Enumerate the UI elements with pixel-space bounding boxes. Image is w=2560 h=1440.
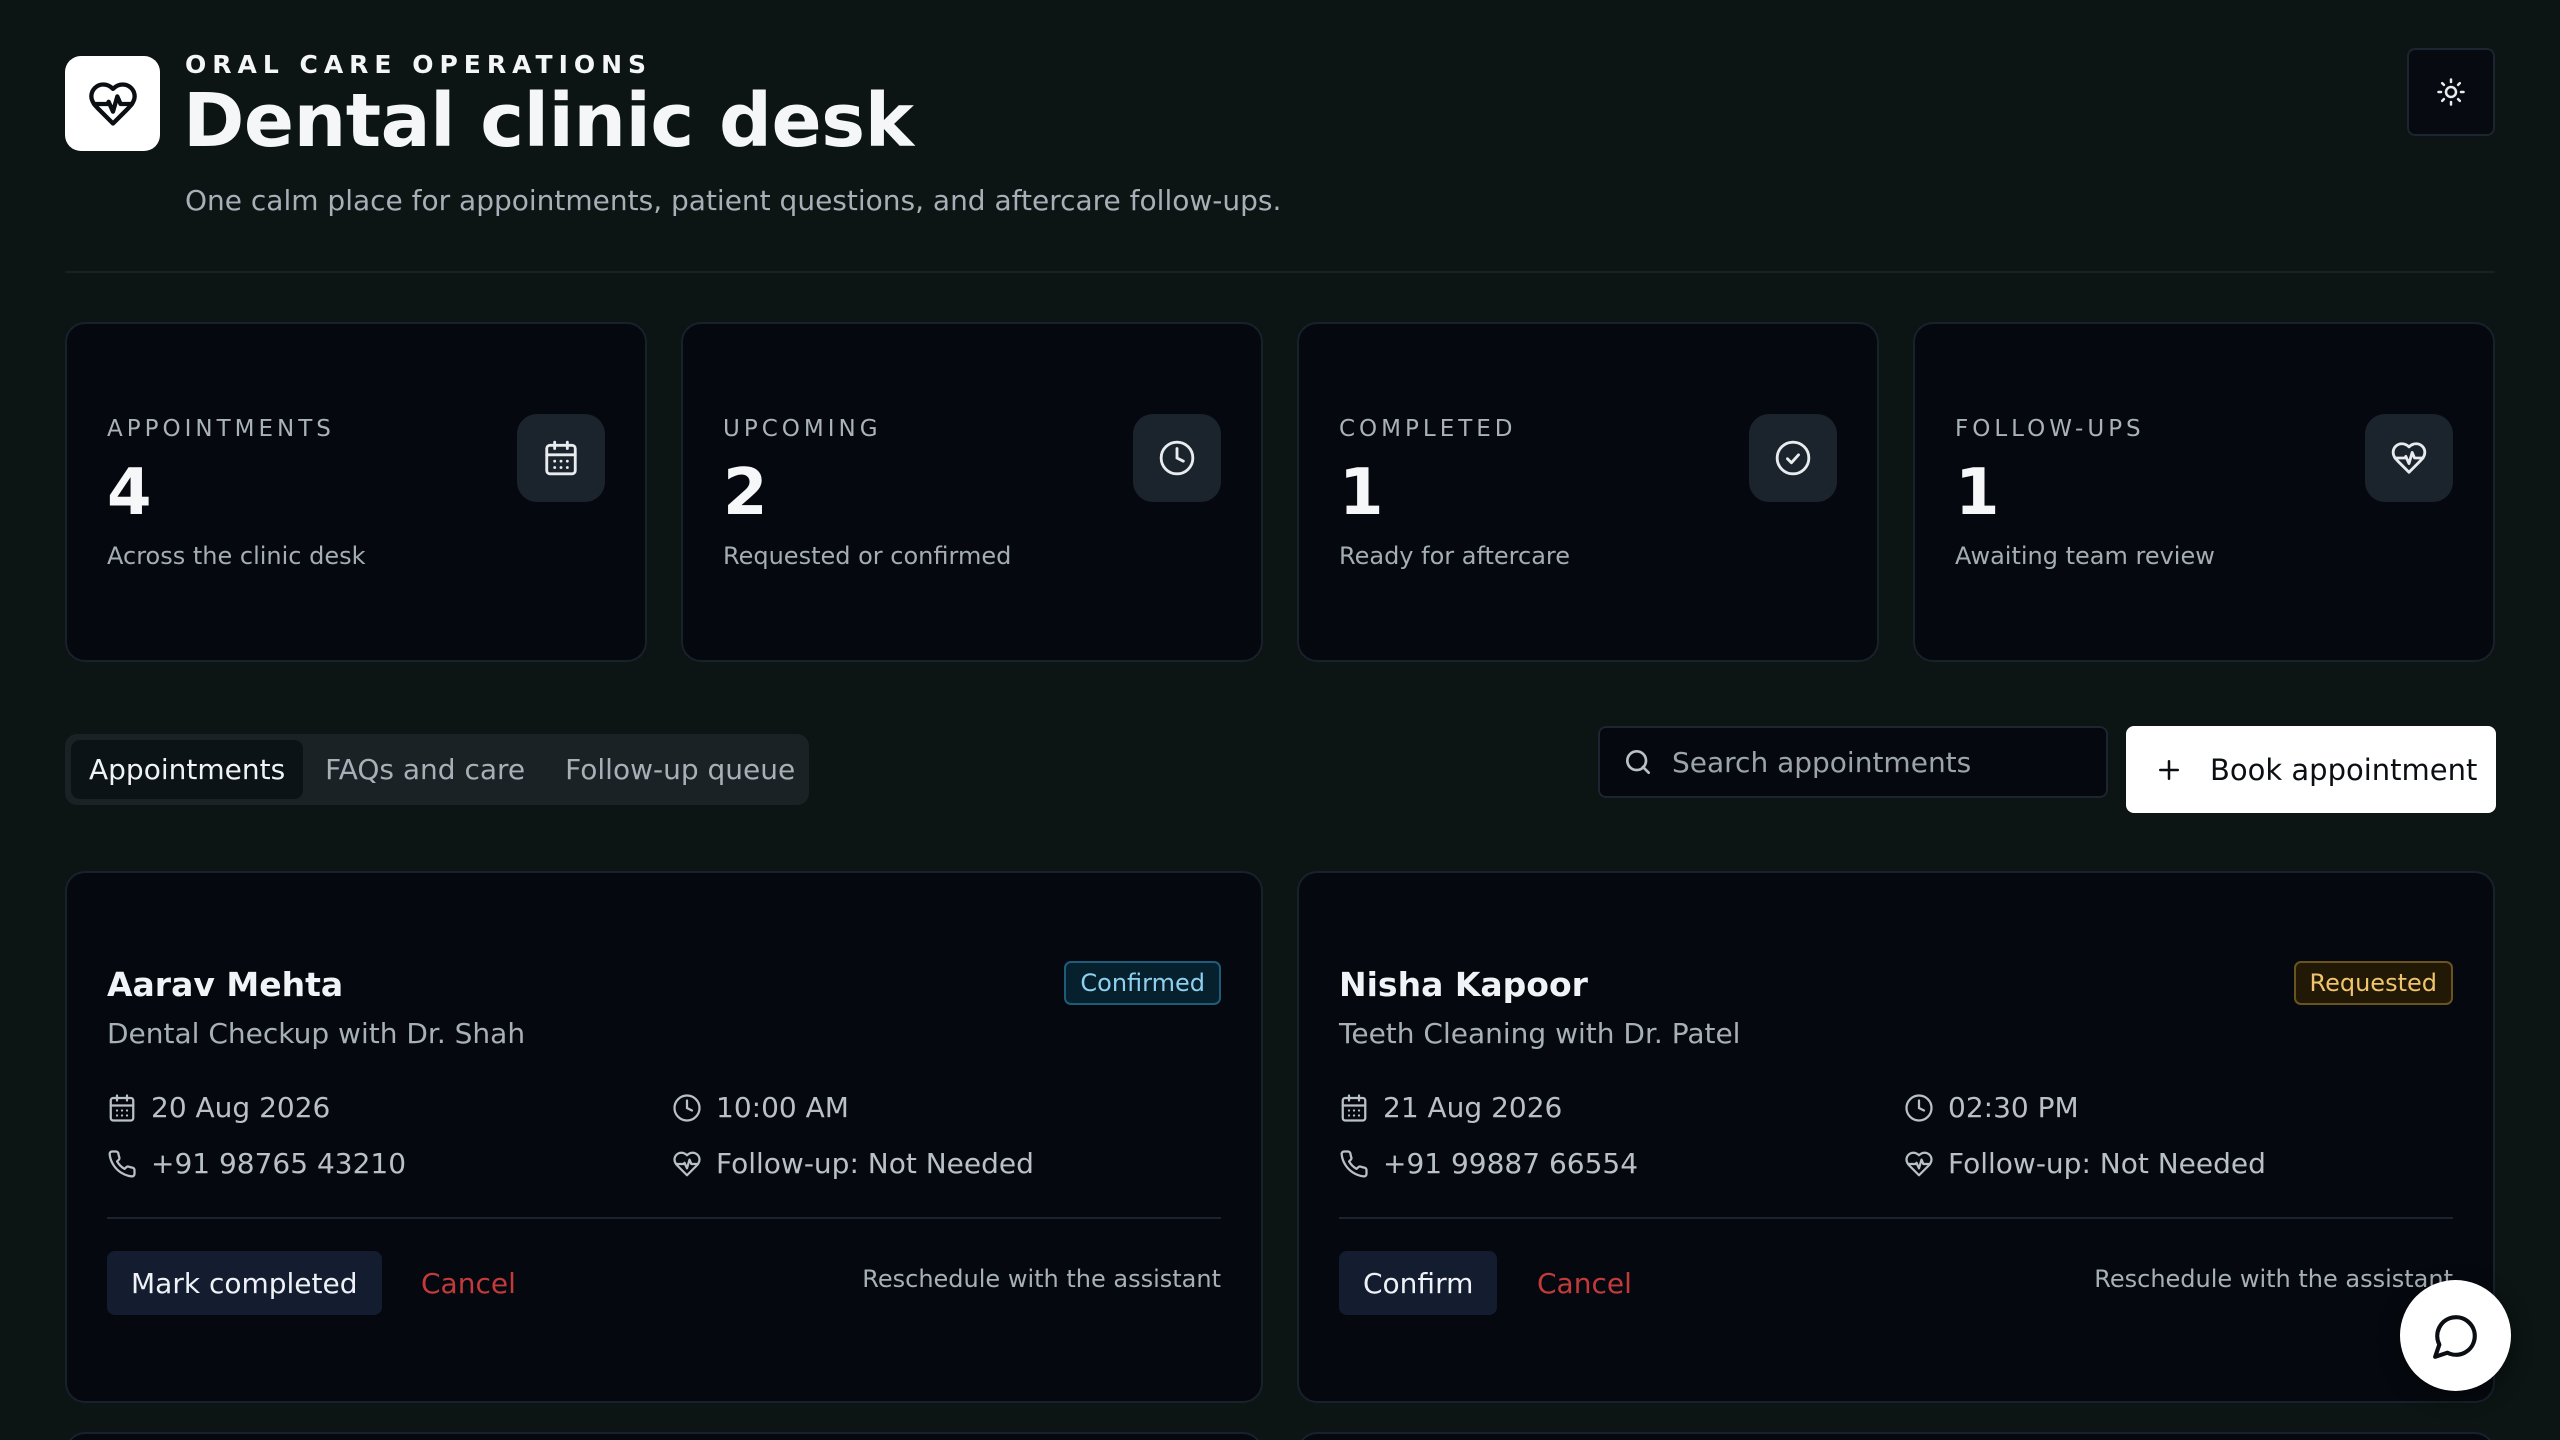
message-circle-icon [2431,1311,2481,1361]
header-divider [65,271,2495,273]
tab-appointments[interactable]: Appointments [71,740,304,799]
page-title: Dental clinic desk [183,78,914,164]
patient-phone: +91 99887 66554 [1339,1147,1638,1180]
date-text: 21 Aug 2026 [1383,1091,1563,1124]
phone-icon [1339,1149,1369,1179]
appointment-service: Teeth Cleaning with Dr. Patel [1339,1017,1741,1050]
appointment-card-peek [65,1432,1263,1440]
appointment-card: Aarav Mehta Dental Checkup with Dr. Shah… [65,871,1263,1403]
followup-status: Follow-up: Not Needed [1904,1147,2266,1180]
appointment-time: 10:00 AM [672,1091,849,1124]
cancel-button[interactable]: Cancel [421,1251,516,1315]
check-circle-icon [1749,414,1837,502]
stat-card-appointments: APPOINTMENTS 4 Across the clinic desk [65,322,647,662]
phone-text: +91 99887 66554 [1383,1147,1639,1180]
page-subtitle: One calm place for appointments, patient… [185,184,1282,217]
stat-value: 4 [107,456,152,530]
stat-label: APPOINTMENTS [107,416,335,442]
stat-label: UPCOMING [723,416,882,442]
reschedule-hint: Reschedule with the assistant [2094,1265,2453,1293]
phone-text: +91 98765 43210 [151,1147,407,1180]
clock-icon [672,1093,702,1123]
stat-value: 2 [723,456,768,530]
stat-description: Across the clinic desk [107,542,366,570]
calendar-icon [107,1093,137,1123]
tab-follow-up-queue[interactable]: Follow-up queue [547,740,813,799]
heart-pulse-icon [2365,414,2453,502]
reschedule-hint: Reschedule with the assistant [862,1265,1221,1293]
theme-toggle-button[interactable] [2407,48,2495,136]
calendar-icon [517,414,605,502]
time-text: 10:00 AM [716,1091,849,1124]
stat-value: 1 [1955,456,2000,530]
chat-assistant-button[interactable] [2400,1280,2511,1391]
view-tabs: Appointments FAQs and care Follow-up que… [65,734,809,805]
stat-card-followups: FOLLOW-UPS 1 Awaiting team review [1913,322,2495,662]
appointment-time: 02:30 PM [1904,1091,2079,1124]
mark-completed-button[interactable]: Mark completed [107,1251,382,1315]
stat-label: FOLLOW-UPS [1955,416,2145,442]
heart-pulse-icon [1904,1149,1934,1179]
page-header: ORAL CARE OPERATIONS Dental clinic desk … [65,48,2495,238]
book-appointment-label: Book appointment [2210,752,2478,787]
status-badge: Confirmed [1064,961,1221,1005]
heart-pulse-icon [87,78,139,130]
search-icon [1622,746,1654,778]
calendar-icon [1339,1093,1369,1123]
card-divider [1339,1217,2453,1219]
stat-card-upcoming: UPCOMING 2 Requested or confirmed [681,322,1263,662]
stats-row: APPOINTMENTS 4 Across the clinic desk UP… [65,322,2495,662]
followup-text: Follow-up: Not Needed [716,1147,1034,1180]
search-input[interactable] [1672,745,2092,779]
book-appointment-button[interactable]: Book appointment [2126,726,2496,813]
followup-status: Follow-up: Not Needed [672,1147,1034,1180]
stat-description: Requested or confirmed [723,542,1012,570]
appointment-date: 20 Aug 2026 [107,1091,330,1124]
heart-pulse-icon [672,1149,702,1179]
status-badge: Requested [2293,961,2453,1005]
search-box [1598,726,2108,798]
eyebrow-label: ORAL CARE OPERATIONS [185,50,653,79]
appointment-service: Dental Checkup with Dr. Shah [107,1017,526,1050]
plus-icon [2154,755,2184,785]
card-divider [107,1217,1221,1219]
stat-card-completed: COMPLETED 1 Ready for aftercare [1297,322,1879,662]
stat-value: 1 [1339,456,1384,530]
followup-text: Follow-up: Not Needed [1948,1147,2266,1180]
logo [65,56,160,151]
patient-phone: +91 98765 43210 [107,1147,406,1180]
appointment-card-peek [1297,1432,2495,1440]
confirm-button[interactable]: Confirm [1339,1251,1498,1315]
stat-label: COMPLETED [1339,416,1517,442]
appointment-date: 21 Aug 2026 [1339,1091,1562,1124]
patient-name: Aarav Mehta [107,965,344,1004]
date-text: 20 Aug 2026 [151,1091,331,1124]
patient-name: Nisha Kapoor [1339,965,1588,1004]
clock-icon [1133,414,1221,502]
stat-description: Ready for aftercare [1339,542,1571,570]
clock-icon [1904,1093,1934,1123]
time-text: 02:30 PM [1948,1091,2079,1124]
stat-description: Awaiting team review [1955,542,2215,570]
appointment-card: Nisha Kapoor Teeth Cleaning with Dr. Pat… [1297,871,2495,1403]
cancel-button[interactable]: Cancel [1537,1251,1632,1315]
phone-icon [107,1149,137,1179]
tab-faqs-and-care[interactable]: FAQs and care [307,740,543,799]
sun-icon [2436,77,2466,107]
